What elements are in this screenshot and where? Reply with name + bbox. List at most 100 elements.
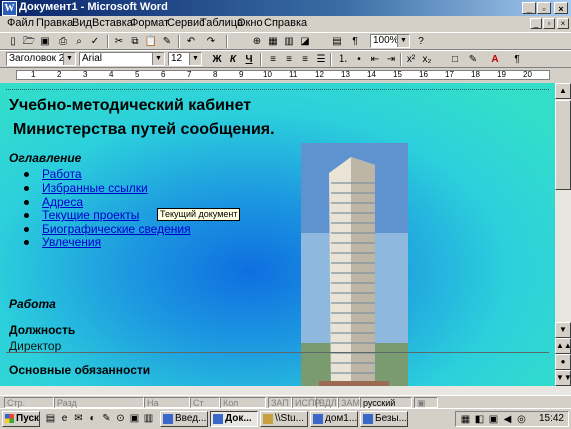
help-icon[interactable]: ? — [414, 35, 428, 48]
menu-view[interactable]: Вид — [72, 17, 92, 29]
next-page-icon[interactable]: ▼▼ — [555, 370, 571, 386]
menu-help[interactable]: Справка — [264, 17, 307, 29]
preview-icon[interactable]: ⌕ — [72, 35, 86, 48]
align-right-icon[interactable]: ≡ — [298, 53, 312, 66]
toc-link-work[interactable]: Работа — [24, 167, 82, 181]
menu-format[interactable]: Формат — [130, 17, 169, 29]
title-bar[interactable]: W Документ1 - Microsoft Word _ ▫ × — [0, 0, 571, 16]
status-ovr[interactable]: ЗАМ — [338, 397, 360, 408]
tray-icon[interactable]: ◎ — [515, 413, 528, 426]
doc-minimize-button[interactable]: _ — [530, 18, 542, 29]
superscript-icon[interactable]: x² — [404, 53, 418, 66]
building-image[interactable] — [301, 143, 408, 386]
table-icon[interactable]: ▦ — [266, 35, 280, 48]
scroll-up-icon[interactable]: ▲ — [555, 83, 571, 99]
task-button-active[interactable]: Док... — [210, 411, 258, 427]
start-button[interactable]: Пуск — [2, 411, 40, 427]
quicklaunch-icon[interactable]: ▣ — [128, 412, 141, 425]
toc-link-hobbies[interactable]: Увлечения — [24, 235, 101, 249]
menu-window[interactable]: Окно — [237, 17, 263, 29]
ruler-track[interactable] — [16, 70, 550, 80]
select-browse-object-icon[interactable]: ● — [555, 354, 571, 370]
task-button[interactable]: Введ... — [160, 411, 208, 427]
justify-icon[interactable]: ☰ — [314, 53, 328, 66]
font-color-icon[interactable]: A — [488, 53, 502, 66]
vertical-scrollbar[interactable]: ▲ ▼ ▲▲ ● ▼▼ — [555, 83, 571, 386]
chevron-down-icon[interactable]: ▼ — [152, 53, 164, 65]
menu-edit[interactable]: Правка — [36, 17, 73, 29]
close-button[interactable]: × — [554, 2, 568, 14]
pilcrow-toggle-icon[interactable]: ¶ — [348, 35, 362, 48]
quicklaunch-outlook-icon[interactable]: ✉ — [72, 412, 85, 425]
font-combo[interactable]: Arial ▼ — [79, 52, 165, 66]
pilcrow-icon[interactable]: ¶ — [510, 53, 524, 66]
chevron-down-icon[interactable]: ▼ — [397, 35, 409, 47]
scroll-down-icon[interactable]: ▼ — [555, 322, 571, 338]
app-word-icon[interactable]: W — [2, 1, 17, 16]
border-icon[interactable]: □ — [448, 53, 462, 66]
toc-link-favorites[interactable]: Избранные ссылки — [24, 181, 148, 195]
numbering-icon[interactable]: ⒈ — [336, 53, 350, 66]
status-ext[interactable]: ВДЛ — [316, 397, 338, 408]
scroll-thumb[interactable] — [555, 100, 571, 190]
highlight-icon[interactable]: ✎ — [466, 53, 480, 66]
document-area[interactable]: Учебно-методический кабинет Министерства… — [0, 83, 555, 386]
toc-link-biography[interactable]: Биографические сведения — [24, 222, 191, 236]
cut-icon[interactable]: ✂ — [112, 35, 126, 48]
status-language[interactable]: русский (Ро — [360, 397, 412, 419]
new-doc-icon[interactable]: ▯ — [6, 35, 20, 48]
spelling-status-icon[interactable]: ▣ — [414, 397, 438, 408]
zoom-combo[interactable]: 100% ▼ — [370, 34, 410, 48]
toc-link-projects[interactable]: Текущие проекты — [24, 208, 139, 222]
chevron-down-icon[interactable]: ▼ — [63, 53, 75, 65]
bullets-icon[interactable]: • — [352, 53, 366, 66]
clock[interactable]: 15:42 — [539, 413, 564, 424]
doc-restore-button[interactable]: ▫ — [543, 18, 555, 29]
underline-icon[interactable]: Ч — [242, 53, 256, 66]
indent-icon[interactable]: ⇥ — [384, 53, 398, 66]
task-button[interactable]: Безы... — [360, 411, 408, 427]
redo-icon[interactable]: ↷ — [204, 35, 218, 48]
quicklaunch-ie-icon[interactable]: e — [58, 412, 71, 425]
spelling-icon[interactable]: ✓ — [88, 35, 102, 48]
status-trk[interactable]: ИСПР — [292, 397, 320, 408]
columns-icon[interactable]: ▥ — [282, 35, 296, 48]
drawing-icon[interactable]: ◪ — [298, 35, 312, 48]
maximize-button[interactable]: ▫ — [537, 2, 551, 14]
quicklaunch-icon[interactable]: ◐ — [86, 412, 99, 425]
quicklaunch-icon[interactable]: ▥ — [142, 412, 155, 425]
save-icon[interactable]: ▣ — [38, 35, 52, 48]
italic-icon[interactable]: К — [226, 53, 240, 66]
quicklaunch-icon[interactable]: ⊙ — [114, 412, 127, 425]
task-button[interactable]: \\Stu... — [260, 411, 308, 427]
toc-link-addresses[interactable]: Адреса — [24, 195, 83, 209]
copy-icon[interactable]: ⧉ — [128, 35, 142, 48]
menu-file[interactable]: Файл — [7, 17, 34, 29]
doc-close-button[interactable]: × — [557, 18, 569, 29]
minimize-button[interactable]: _ — [522, 2, 536, 14]
paste-icon[interactable]: 📋 — [144, 35, 158, 48]
print-icon[interactable]: ⎙ — [56, 35, 70, 48]
chevron-down-icon[interactable]: ▼ — [189, 53, 201, 65]
tray-icon[interactable]: ▦ — [459, 413, 472, 426]
quicklaunch-desktop-icon[interactable]: ▤ — [44, 412, 57, 425]
task-button[interactable]: дом1... — [310, 411, 358, 427]
menu-insert[interactable]: Вставка — [92, 17, 133, 29]
open-icon[interactable]: 🗁 — [22, 35, 36, 48]
volume-icon[interactable]: ◀ — [501, 413, 514, 426]
tray-icon[interactable]: ◧ — [473, 413, 486, 426]
undo-icon[interactable]: ↶ — [184, 35, 198, 48]
align-left-icon[interactable]: ≡ — [266, 53, 280, 66]
subscript-icon[interactable]: x₂ — [420, 53, 434, 66]
prev-page-icon[interactable]: ▲▲ — [555, 338, 571, 354]
bold-icon[interactable]: Ж — [210, 53, 224, 66]
hyperlink-icon[interactable]: ⊕ — [250, 35, 264, 48]
quicklaunch-icon[interactable]: ✎ — [100, 412, 113, 425]
style-combo[interactable]: Заголовок 2 ▼ — [6, 52, 76, 66]
tray-icon[interactable]: ▣ — [487, 413, 500, 426]
ruler[interactable]: 1 2 3 4 5 6 7 8 9 10 11 12 13 14 15 16 1… — [0, 68, 571, 82]
horizontal-scrollbar[interactable] — [0, 386, 571, 395]
docmap-icon[interactable]: ▤ — [330, 35, 344, 48]
size-combo[interactable]: 12 ▼ — [168, 52, 202, 66]
outdent-icon[interactable]: ⇤ — [368, 53, 382, 66]
